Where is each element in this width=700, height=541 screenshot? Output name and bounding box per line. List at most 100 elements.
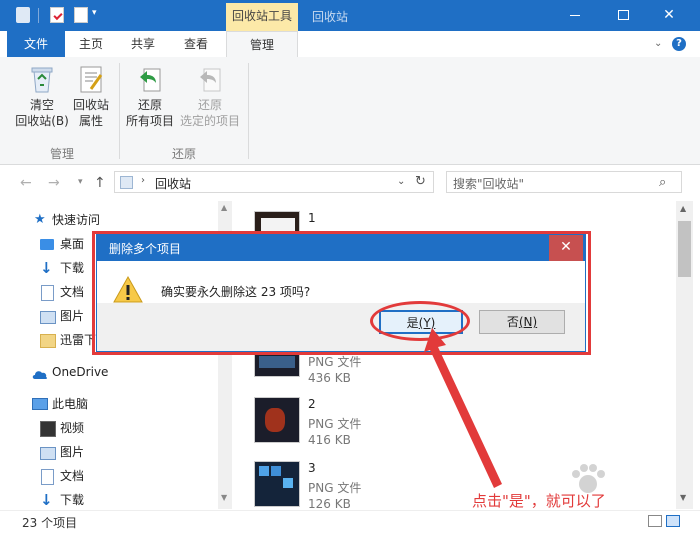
tab-home[interactable]: 主页 (66, 31, 116, 57)
recycle-bin-icon (26, 63, 58, 95)
tab-view[interactable]: 查看 (170, 31, 222, 57)
empty-recycle-bin-button[interactable]: 清空 回收站(B) (12, 63, 72, 129)
search-input[interactable]: 搜索"回收站" ⌕ (446, 171, 682, 193)
dialog-message: 确实要永久删除这 23 项吗? (161, 285, 311, 299)
item-count: 23 个项目 (22, 516, 78, 530)
file-thumbnail (254, 461, 300, 507)
close-icon: ✕ (663, 7, 675, 23)
scroll-up-icon[interactable]: ▲ (221, 203, 227, 212)
maximize-button[interactable] (600, 0, 646, 31)
recycle-bin-icon (120, 176, 133, 189)
properties-icon (75, 63, 107, 95)
up-arrow-icon[interactable]: ↑ (94, 175, 106, 191)
scrollbar-thumb[interactable] (678, 221, 691, 277)
ribbon-group-manage-label: 管理 (50, 147, 75, 161)
restore-selected-label-2: 选定的项目 (179, 114, 240, 128)
file-name: 2 (308, 397, 316, 411)
forward-arrow-icon[interactable]: → (48, 175, 60, 191)
no-button[interactable]: 否(N) (479, 310, 565, 334)
nav-item-videos[interactable]: 视频 (0, 417, 210, 439)
no-shortcut: (N) (518, 315, 538, 329)
nav-item-documents-pc[interactable]: 文档 (0, 465, 210, 487)
large-icons-view-icon[interactable] (666, 515, 680, 527)
search-icon[interactable]: ⌕ (659, 175, 666, 190)
folder-icon (40, 334, 56, 348)
status-bar: 23 个项目 (0, 510, 700, 541)
nav-item-downloads-pc[interactable]: ↓ 下载 (0, 489, 210, 511)
props-label-2: 属性 (78, 114, 103, 128)
restore-icon (134, 63, 166, 95)
nav-item-pictures-pc[interactable]: 图片 (0, 441, 210, 463)
customize-quick-access-icon[interactable]: ▾ (92, 8, 97, 18)
nav-item-label: 迅雷下 (60, 333, 97, 347)
nav-item-label: OneDrive (52, 365, 109, 379)
content-scrollbar[interactable]: ▲ ▼ (676, 201, 693, 509)
ribbon-group-restore-label: 还原 (172, 147, 197, 161)
file-size: 436 KB (308, 371, 351, 385)
document-icon (41, 285, 54, 301)
file-size: 416 KB (308, 433, 351, 447)
new-folder-quick-button[interactable] (74, 7, 88, 23)
properties-quick-button[interactable] (50, 7, 64, 23)
details-view-icon[interactable] (648, 515, 662, 527)
scroll-up-icon[interactable]: ▲ (680, 204, 686, 213)
picture-icon (40, 447, 56, 460)
help-icon[interactable]: ? (672, 37, 686, 51)
scroll-down-icon[interactable]: ▼ (680, 493, 686, 502)
props-label-1: 回收站 (72, 98, 109, 112)
scroll-down-icon[interactable]: ▼ (221, 493, 227, 502)
restore-all-button[interactable]: 还原 所有项目 (122, 63, 178, 129)
nav-item-label: 下载 (60, 261, 85, 275)
maximize-icon (617, 10, 629, 20)
ribbon-group-separator (119, 63, 120, 159)
nav-item-label: 桌面 (60, 237, 85, 251)
tab-manage[interactable]: 管理 (226, 31, 298, 58)
warning-icon (113, 275, 143, 305)
recent-locations-chevron-icon[interactable]: ▾ (78, 177, 83, 187)
chevron-right-icon[interactable]: › (141, 175, 145, 186)
nav-item-quick-access[interactable]: ★ 快速访问 (0, 209, 210, 231)
nav-item-label: 图片 (60, 445, 85, 459)
file-type: PNG 文件 (308, 481, 362, 495)
restore-all-label-1: 还原 (137, 98, 162, 112)
annotation-text: 点击"是"，就可以了 (472, 492, 606, 510)
nav-item-label: 此电脑 (52, 397, 89, 411)
file-size: 126 KB (308, 497, 351, 511)
dialog-title-bar[interactable]: 删除多个项目 ✕ (97, 235, 585, 261)
tab-share[interactable]: 共享 (118, 31, 168, 57)
quick-access-separator (38, 8, 39, 23)
dialog-close-button[interactable]: ✕ (549, 235, 583, 261)
search-placeholder: 搜索"回收站" (453, 177, 525, 191)
dialog-title: 删除多个项目 (109, 242, 182, 256)
close-window-button[interactable]: ✕ (646, 0, 692, 31)
nav-item-label: 下载 (60, 493, 85, 507)
restore-icon (194, 63, 226, 95)
empty-bin-label-1: 清空 (29, 98, 54, 112)
navigation-bar: ← → ▾ ↑ › 回收站 ⌄ ↻ 搜索"回收站" ⌕ (0, 165, 700, 201)
address-path[interactable]: 回收站 (155, 175, 191, 192)
desktop-icon (40, 239, 54, 250)
nav-item-onedrive[interactable]: OneDrive (0, 361, 210, 383)
refresh-icon[interactable]: ↻ (415, 174, 426, 189)
recycle-bin-properties-button[interactable]: 回收站 属性 (66, 63, 116, 129)
restore-all-label-2: 所有项目 (125, 114, 174, 128)
chevron-down-icon[interactable]: ⌄ (654, 38, 662, 49)
nav-item-label: 文档 (60, 469, 85, 483)
recycle-bin-icon (16, 7, 30, 23)
file-item[interactable]: 2 PNG 文件 416 KB (232, 397, 532, 459)
restore-selected-label-1: 还原 (197, 98, 222, 112)
chevron-down-icon[interactable]: ⌄ (397, 176, 405, 187)
document-icon (41, 469, 54, 485)
minimize-icon (570, 14, 580, 16)
restore-selected-button[interactable]: 还原 选定的项目 (176, 63, 244, 129)
tab-file[interactable]: 文件 (7, 31, 65, 57)
ribbon-group-separator (248, 63, 249, 159)
back-arrow-icon[interactable]: ← (20, 175, 32, 191)
video-icon (40, 421, 56, 437)
nav-item-this-pc[interactable]: 此电脑 (0, 393, 210, 415)
address-bar[interactable]: › 回收站 ⌄ ↻ (114, 171, 434, 193)
title-bar: ▾ 回收站工具 回收站 ✕ (0, 0, 700, 31)
minimize-button[interactable] (552, 0, 598, 31)
nav-item-label: 图片 (60, 309, 85, 323)
file-name: 3 (308, 461, 316, 475)
